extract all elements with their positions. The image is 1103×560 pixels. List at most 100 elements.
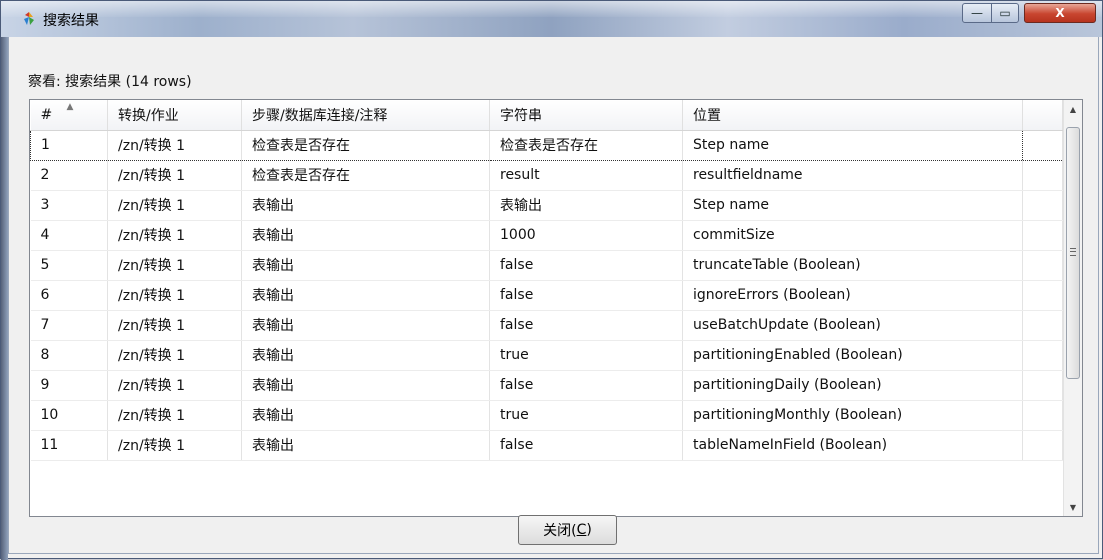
cell-filler [1022, 310, 1063, 341]
cell-step: 表输出 [241, 340, 490, 371]
close-icon: X [1055, 6, 1065, 20]
cell-filler [1022, 430, 1063, 461]
cell-string: false [489, 250, 683, 281]
maximize-button[interactable]: ▭ [991, 3, 1019, 23]
column-header-step[interactable]: 步骤/数据库连接/注释 [241, 100, 490, 131]
cell-location: commitSize [682, 220, 1023, 251]
cell-step: 检查表是否存在 [241, 160, 490, 191]
cell-index: 1 [30, 129, 108, 161]
cell-transformation: /zn/转换 1 [107, 190, 242, 221]
table-row[interactable]: 9/zn/转换 1 表输出 false partitioningDaily (Bool… [30, 370, 1063, 401]
cell-step: 表输出 [241, 250, 490, 281]
column-header-transformation[interactable]: 转换/作业 [107, 100, 242, 131]
scroll-up-icon[interactable]: ▲ [1064, 100, 1082, 118]
table-row[interactable]: 8/zn/转换 1 表输出 true partitioningEnabled (Boo… [30, 340, 1063, 371]
cell-filler [1022, 280, 1063, 311]
column-header-string[interactable]: 字符串 [489, 100, 683, 131]
cell-location: Step name [682, 190, 1023, 221]
cell-location: resultfieldname [682, 160, 1023, 191]
cell-location: useBatchUpdate (Boolean) [682, 310, 1023, 341]
cell-filler [1022, 370, 1063, 401]
cell-step: 表输出 [241, 400, 490, 431]
cell-step: 表输出 [241, 310, 490, 341]
table-row[interactable]: 6/zn/转换 1 表输出 false ignoreErrors (Boolean) [30, 280, 1063, 311]
cell-filler [1022, 250, 1063, 281]
table-row[interactable]: 5/zn/转换 1 表输出 false truncateTable (Boolean) [30, 250, 1063, 281]
table-row[interactable]: 7/zn/转换 1 表输出 false useBatchUpdate (Boolean… [30, 310, 1063, 341]
results-grid: # ▲ 转换/作业 步骤/数据库连接/注释 字符串 位置 1/zn/转换 1 检查… [30, 100, 1063, 461]
cell-index: 5 [30, 250, 108, 281]
table-header-row: # ▲ 转换/作业 步骤/数据库连接/注释 字符串 位置 [30, 100, 1063, 131]
cell-step: 表输出 [241, 220, 490, 251]
minimize-icon: — [971, 6, 983, 20]
minimize-button[interactable]: — [962, 3, 992, 23]
cell-string: result [489, 160, 683, 191]
cell-index: 6 [30, 280, 108, 311]
cell-location: partitioningMonthly (Boolean) [682, 400, 1023, 431]
cell-filler [1022, 340, 1063, 371]
cell-transformation: /zn/转换 1 [107, 310, 242, 341]
dialog-body: 察看: 搜索结果 (14 rows) # ▲ 转换/作业 步骤/数据库连接/注释… [8, 37, 1099, 554]
maximize-icon: ▭ [999, 6, 1011, 20]
table-row[interactable]: 1/zn/转换 1 检查表是否存在 检查表是否存在 Step name [30, 129, 1063, 161]
cell-transformation: /zn/转换 1 [107, 220, 242, 251]
cell-string: 表输出 [489, 190, 683, 221]
column-header-filler [1022, 100, 1063, 131]
cell-location: partitioningDaily (Boolean) [682, 370, 1023, 401]
cell-location: truncateTable (Boolean) [682, 250, 1023, 281]
cell-string: 检查表是否存在 [489, 129, 683, 161]
column-header-index[interactable]: # ▲ [30, 100, 108, 131]
table-row[interactable]: 2/zn/转换 1 检查表是否存在 result resultfieldname [30, 160, 1063, 191]
cell-transformation: /zn/转换 1 [107, 280, 242, 311]
cell-index: 7 [30, 310, 108, 341]
table-row[interactable]: 11/zn/转换 1 表输出 false tableNameInField (Bool… [30, 430, 1063, 461]
cell-transformation: /zn/转换 1 [107, 430, 242, 461]
column-header-location[interactable]: 位置 [682, 100, 1023, 131]
cell-transformation: /zn/转换 1 [107, 400, 242, 431]
scroll-down-icon[interactable]: ▼ [1064, 498, 1082, 516]
cell-string: false [489, 310, 683, 341]
table-row[interactable]: 3/zn/转换 1 表输出 表输出 Step name [30, 190, 1063, 221]
cell-string: false [489, 280, 683, 311]
cell-index: 3 [30, 190, 108, 221]
window-title: 搜索结果 [43, 13, 99, 29]
cell-step: 检查表是否存在 [241, 129, 490, 161]
title-bar[interactable]: 搜索结果 — ▭ X [1, 1, 1102, 37]
cell-transformation: /zn/转换 1 [107, 370, 242, 401]
cell-location: ignoreErrors (Boolean) [682, 280, 1023, 311]
cell-index: 11 [30, 430, 108, 461]
cell-step: 表输出 [241, 370, 490, 401]
results-caption: 察看: 搜索结果 (14 rows) [28, 74, 192, 90]
cell-step: 表输出 [241, 430, 490, 461]
cell-index: 10 [30, 400, 108, 431]
grip-icon [1070, 248, 1076, 256]
vertical-scrollbar[interactable]: ▲ ▼ [1063, 100, 1082, 516]
cell-step: 表输出 [241, 280, 490, 311]
cell-string: 1000 [489, 220, 683, 251]
cell-string: true [489, 340, 683, 371]
close-window-button[interactable]: X [1024, 3, 1096, 23]
cell-index: 8 [30, 340, 108, 371]
cell-index: 9 [30, 370, 108, 401]
cell-location: Step name [682, 129, 1023, 161]
cell-transformation: /zn/转换 1 [107, 160, 242, 191]
cell-transformation: /zn/转换 1 [107, 129, 242, 161]
results-table[interactable]: # ▲ 转换/作业 步骤/数据库连接/注释 字符串 位置 1/zn/转换 1 检查… [29, 99, 1083, 517]
sort-ascending-icon: ▲ [66, 102, 74, 112]
cell-location: partitioningEnabled (Boolean) [682, 340, 1023, 371]
cell-transformation: /zn/转换 1 [107, 340, 242, 371]
search-results-window: 搜索结果 — ▭ X 察看: 搜索结果 (14 rows) # ▲ 转换/作业 … [0, 0, 1103, 560]
app-icon [24, 12, 34, 25]
cell-filler [1022, 129, 1063, 161]
cell-transformation: /zn/转换 1 [107, 250, 242, 281]
cell-string: false [489, 370, 683, 401]
cell-index: 4 [30, 220, 108, 251]
scrollbar-thumb[interactable] [1066, 127, 1080, 379]
cell-filler [1022, 190, 1063, 221]
table-row[interactable]: 10/zn/转换 1 表输出 true partitioningMonthly (Bo… [30, 400, 1063, 431]
cell-step: 表输出 [241, 190, 490, 221]
cell-string: false [489, 430, 683, 461]
close-button[interactable]: 关闭(C) [518, 515, 617, 545]
table-row[interactable]: 4/zn/转换 1 表输出 1000 commitSize [30, 220, 1063, 251]
cell-index: 2 [30, 160, 108, 191]
